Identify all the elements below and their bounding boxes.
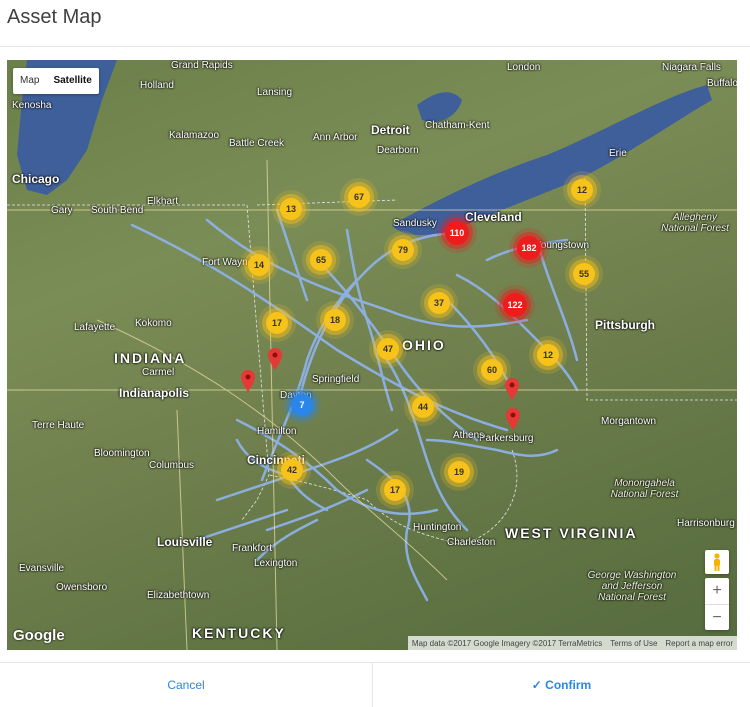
map-type-map-button[interactable]: Map xyxy=(13,68,46,94)
city-label: Sandusky xyxy=(393,218,437,229)
map-attribution: Map data ©2017 Google Imagery ©2017 Terr… xyxy=(407,636,737,650)
terms-of-use-link[interactable]: Terms of Use xyxy=(610,639,657,648)
location-pin-icon[interactable] xyxy=(505,378,519,400)
city-label: Detroit xyxy=(371,123,410,137)
city-label: Parkersburg xyxy=(479,433,534,444)
city-label: Chatham-Kent xyxy=(425,120,490,131)
cluster-marker[interactable]: 67 xyxy=(348,186,370,208)
city-label: Evansville xyxy=(19,563,65,574)
city-label: Lexington xyxy=(254,558,298,569)
location-pin-icon[interactable] xyxy=(241,370,255,392)
cluster-marker[interactable]: 42 xyxy=(281,459,303,481)
city-label: Bloomington xyxy=(94,448,150,459)
cluster-marker[interactable]: 12 xyxy=(571,179,593,201)
city-label: Louisville xyxy=(157,535,213,549)
cluster-marker[interactable]: 18 xyxy=(324,309,346,331)
state-label-indiana: INDIANA xyxy=(114,350,187,366)
city-label: Hamilton xyxy=(257,426,297,437)
google-logo: Google xyxy=(13,627,65,644)
cluster-marker[interactable]: 44 xyxy=(412,396,434,418)
city-label: Kokomo xyxy=(135,318,172,329)
city-label: Lansing xyxy=(257,87,293,98)
map-type-satellite-button[interactable]: Satellite xyxy=(46,68,98,94)
zoom-out-button[interactable]: − xyxy=(705,605,729,631)
modal-title: Asset Map xyxy=(7,6,102,28)
city-label: Grand Rapids xyxy=(171,60,233,71)
city-label: Huntington xyxy=(413,522,462,533)
cluster-marker[interactable]: 17 xyxy=(384,479,406,501)
city-label: Ann Arbor xyxy=(313,132,358,143)
cluster-marker[interactable]: 14 xyxy=(248,254,270,276)
confirm-button[interactable]: ✓ Confirm xyxy=(373,663,750,707)
zoom-in-button[interactable]: + xyxy=(705,578,729,604)
street-view-pegman-icon[interactable] xyxy=(705,550,729,574)
city-label: Battle Creek xyxy=(229,138,285,149)
city-label: Dearborn xyxy=(377,145,419,156)
location-pin-icon[interactable] xyxy=(268,348,282,370)
city-label: Morgantown xyxy=(601,416,657,427)
report-map-error-link[interactable]: Report a map error xyxy=(665,639,733,648)
city-label: Charleston xyxy=(447,537,496,548)
forest-label: George Washington and Jefferson National… xyxy=(587,570,677,603)
state-label-west-virginia: WEST VIRGINIA xyxy=(505,525,638,541)
cluster-marker[interactable]: 47 xyxy=(377,338,399,360)
city-label: Athens xyxy=(453,430,485,441)
cancel-button[interactable]: Cancel xyxy=(0,663,372,707)
city-label: Columbus xyxy=(149,460,195,471)
city-label: Terre Haute xyxy=(32,420,85,431)
modal-footer: Cancel ✓ Confirm xyxy=(0,662,750,707)
map-type-toggle[interactable]: Map Satellite xyxy=(13,68,99,94)
city-label: Lafayette xyxy=(74,322,116,333)
city-label: Elkhart xyxy=(147,196,179,207)
cluster-marker[interactable]: 110 xyxy=(445,221,469,245)
city-label: London xyxy=(507,62,541,73)
cluster-marker[interactable]: 12 xyxy=(537,344,559,366)
city-label: Indianapolis xyxy=(119,386,190,400)
location-pin-icon[interactable] xyxy=(506,408,520,430)
cluster-marker[interactable]: 79 xyxy=(392,239,414,261)
cluster-marker[interactable]: 37 xyxy=(428,292,450,314)
city-label: Cleveland xyxy=(465,210,522,224)
city-label: Pittsburgh xyxy=(595,318,655,332)
cluster-marker[interactable]: 19 xyxy=(448,461,470,483)
cluster-marker[interactable]: 182 xyxy=(517,236,541,260)
city-label: Elizabethtown xyxy=(147,590,210,601)
asset-map[interactable]: Map Satellite INDIANA OHIO WEST VIRGINIA… xyxy=(7,60,737,650)
cluster-marker[interactable]: 7 xyxy=(291,394,313,416)
city-label: Gary xyxy=(51,205,73,216)
city-label: Holland xyxy=(140,80,174,91)
city-label: Kalamazoo xyxy=(169,130,220,141)
forest-label: Allegheny National Forest xyxy=(661,212,729,234)
cluster-marker[interactable]: 122 xyxy=(503,293,527,317)
city-label: Buffalo xyxy=(707,78,737,89)
city-label: Fort Wayne xyxy=(202,257,254,268)
city-label: South Bend xyxy=(91,205,144,216)
cluster-marker[interactable]: 13 xyxy=(280,198,302,220)
city-label: Chicago xyxy=(12,172,60,186)
city-label: Kenosha xyxy=(12,100,52,111)
city-label: Harrisonburg xyxy=(677,518,735,529)
forest-label: Monongahela National Forest xyxy=(610,478,679,500)
city-label: Niagara Falls xyxy=(662,62,721,73)
city-label: Carmel xyxy=(142,367,175,378)
city-label: Erie xyxy=(609,148,627,159)
zoom-control[interactable]: + − xyxy=(705,578,729,630)
cluster-marker[interactable]: 60 xyxy=(481,359,503,381)
cluster-marker[interactable]: 17 xyxy=(266,312,288,334)
city-label: Springfield xyxy=(312,374,360,385)
state-label-ohio: OHIO xyxy=(402,337,446,353)
map-data-attribution: Map data ©2017 Google Imagery ©2017 Terr… xyxy=(411,638,603,648)
cluster-marker[interactable]: 65 xyxy=(310,249,332,271)
city-label: Owensboro xyxy=(56,582,108,593)
city-label: Frankfort xyxy=(232,543,273,554)
city-label: Youngstown xyxy=(535,240,590,251)
header-divider xyxy=(0,46,750,47)
cluster-marker[interactable]: 55 xyxy=(573,263,595,285)
state-label-kentucky: KENTUCKY xyxy=(192,625,286,641)
